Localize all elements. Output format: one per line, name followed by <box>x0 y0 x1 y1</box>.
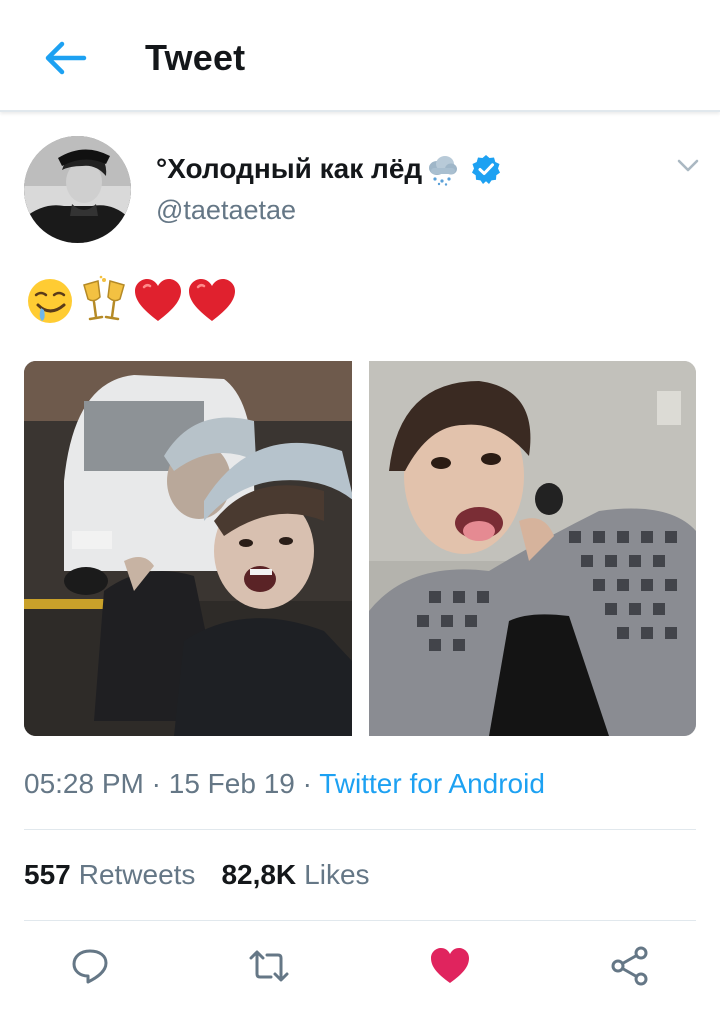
cloud-snow-icon <box>429 156 458 186</box>
separator: · <box>302 768 312 799</box>
tweet-stats: 557 Retweets 82,8K Likes <box>24 859 370 891</box>
retweet-button[interactable] <box>247 944 291 988</box>
red-heart-emoji <box>189 279 235 321</box>
retweet-icon <box>249 950 289 982</box>
share-icon <box>611 946 648 986</box>
tweet-source-link[interactable]: Twitter for Android <box>319 768 545 799</box>
back-button[interactable] <box>36 32 92 84</box>
tweet-text <box>24 275 238 326</box>
display-name[interactable]: °Холодный как лёд <box>156 152 501 186</box>
reply-icon <box>72 949 108 984</box>
likes-number: 82,8K <box>221 859 297 890</box>
retweets-label: Retweets <box>78 859 196 890</box>
tweet-time: 05:28 PM <box>24 768 144 799</box>
reply-button[interactable] <box>68 944 112 988</box>
like-button[interactable] <box>428 944 472 988</box>
clinking-glasses-emoji <box>83 275 125 321</box>
arrow-left-icon <box>45 41 87 75</box>
red-heart-emoji <box>135 279 181 321</box>
tweet-date: 15 Feb 19 <box>168 768 295 799</box>
tweet-timestamp: 05:28 PM · 15 Feb 19 · Twitter for Andro… <box>24 768 545 800</box>
heart-icon <box>431 948 469 983</box>
divider <box>24 920 696 921</box>
avatar[interactable] <box>24 136 131 243</box>
retweets-count[interactable]: 557 Retweets <box>24 859 195 891</box>
tweet-photo-2[interactable] <box>369 361 696 736</box>
drooling-face-emoji <box>28 279 72 323</box>
likes-count[interactable]: 82,8K Likes <box>221 859 369 891</box>
tweet-photo-1[interactable] <box>24 361 352 736</box>
user-handle[interactable]: @taetaetae <box>156 195 296 226</box>
separator: · <box>151 768 161 799</box>
page-title: Tweet <box>145 37 246 78</box>
display-name-text: °Холодный как лёд <box>156 153 423 184</box>
verified-badge-icon <box>472 155 501 184</box>
retweets-number: 557 <box>24 859 71 890</box>
tweet-action-bar <box>0 938 720 998</box>
divider <box>24 829 696 830</box>
tweet-options-button[interactable] <box>668 148 708 184</box>
chevron-down-icon <box>677 159 699 172</box>
share-button[interactable] <box>608 944 652 988</box>
top-app-bar: Tweet <box>0 0 720 112</box>
likes-label: Likes <box>304 859 370 890</box>
